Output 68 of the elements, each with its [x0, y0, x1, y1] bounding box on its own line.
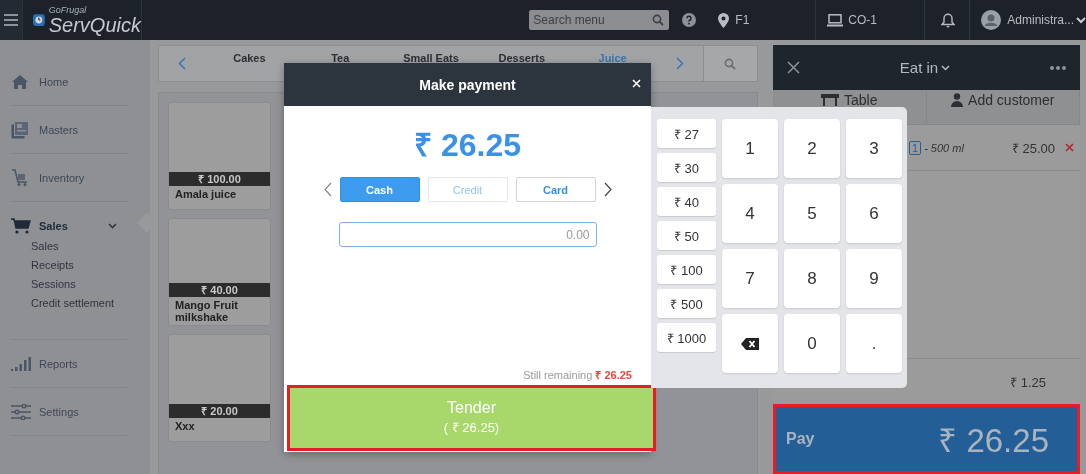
chevron-right-icon[interactable] — [603, 182, 612, 197]
location-pin-icon[interactable] — [718, 12, 730, 28]
product-name: Amala juice — [174, 187, 238, 202]
product-name: Xxx — [174, 419, 196, 434]
quick-amount-button[interactable]: ₹ 50 — [657, 221, 716, 250]
category-tab[interactable]: Cakes — [204, 51, 295, 64]
product-card[interactable]: ₹ 40.00 Mango Fruit milkshake — [168, 218, 271, 326]
help-icon[interactable] — [682, 13, 697, 27]
quick-amount-button[interactable]: ₹ 100 — [657, 255, 716, 284]
keypad-key[interactable]: 3 — [846, 119, 902, 178]
sidebar-subitem[interactable]: Sessions — [31, 278, 127, 290]
quick-amount-button[interactable]: ₹ 1000 — [657, 323, 716, 352]
keypad-key[interactable]: 2 — [784, 119, 840, 178]
keypad-key[interactable]: 1 — [722, 119, 778, 178]
avatar-icon[interactable] — [981, 10, 1002, 30]
keypad-key[interactable]: 5 — [784, 184, 840, 243]
brand-subtitle: GoFrugal — [48, 5, 88, 15]
dialog-title: Make payment — [419, 76, 516, 93]
keypad-key[interactable]: 7 — [722, 249, 778, 308]
search-field[interactable]: Search menu — [529, 10, 670, 30]
category-tab[interactable]: Desserts — [476, 51, 568, 64]
sidebar-subitem[interactable]: Receipts — [31, 259, 127, 271]
keypad-key[interactable]: . — [846, 314, 902, 373]
panel-tab[interactable]: Add customer — [951, 92, 1055, 108]
brand-name: ServQuick — [48, 14, 141, 35]
keypad-key[interactable]: 0 — [784, 314, 840, 373]
amount-due: ₹ 26.25 — [413, 126, 522, 165]
item-variant: - 500 ml — [924, 141, 965, 154]
counter-label[interactable]: CO-1 — [848, 13, 925, 27]
category-tab[interactable]: Tea — [294, 51, 386, 64]
sidebar-subitem[interactable]: Credit settlement — [31, 297, 127, 309]
user-name[interactable]: Administra... — [1007, 13, 1074, 27]
product-price: ₹ 40.00 — [169, 283, 270, 297]
quick-amount-button[interactable]: ₹ 500 — [657, 289, 716, 318]
search-icon[interactable] — [652, 14, 665, 26]
quick-amount-button[interactable]: ₹ 27 — [657, 119, 716, 148]
chevron-left-icon[interactable] — [323, 182, 332, 197]
total-amount: ₹ 1.25 — [1010, 373, 1046, 391]
quantity-badge: 1 — [909, 140, 922, 155]
table-icon[interactable] — [821, 94, 839, 106]
location-label[interactable]: F1 — [735, 13, 816, 27]
backspace-icon[interactable] — [741, 337, 759, 350]
sidebar-subitem[interactable]: Sales — [31, 240, 127, 252]
backspace-key[interactable] — [722, 314, 778, 373]
line-amount: ₹ 25.00 — [1011, 139, 1055, 157]
panel-tab[interactable]: Table — [821, 92, 878, 108]
more-icon[interactable] — [1050, 65, 1066, 70]
bell-icon[interactable] — [941, 12, 956, 28]
caret-icon[interactable] — [941, 64, 951, 71]
computer-icon[interactable] — [827, 13, 844, 27]
product-card[interactable]: ₹ 100.00 Amala juice — [168, 102, 271, 210]
quick-amount-button[interactable]: ₹ 30 — [657, 153, 716, 182]
keypad-key[interactable]: 8 — [784, 249, 840, 308]
keypad-key[interactable]: 6 — [846, 184, 902, 243]
close-icon[interactable] — [787, 61, 800, 74]
category-tab[interactable]: Small Eats — [385, 51, 477, 64]
order-mode[interactable]: Eat in — [899, 59, 939, 76]
product-price: ₹ 100.00 — [169, 172, 270, 186]
menu-icon[interactable] — [0, 0, 23, 40]
remaining-text: Still remaining ₹ 26.25 — [522, 368, 633, 382]
quick-amount-button[interactable]: ₹ 40 — [657, 187, 716, 216]
product-card[interactable]: ₹ 20.00 Xxx — [168, 334, 271, 442]
sidebar-item[interactable]: Sales — [39, 220, 68, 232]
person-icon[interactable] — [951, 93, 964, 107]
product-name: Mango Fruit milkshake — [174, 298, 239, 325]
keypad-key[interactable]: 9 — [846, 249, 902, 308]
keypad-key[interactable]: 4 — [722, 184, 778, 243]
product-price: ₹ 20.00 — [169, 404, 270, 418]
